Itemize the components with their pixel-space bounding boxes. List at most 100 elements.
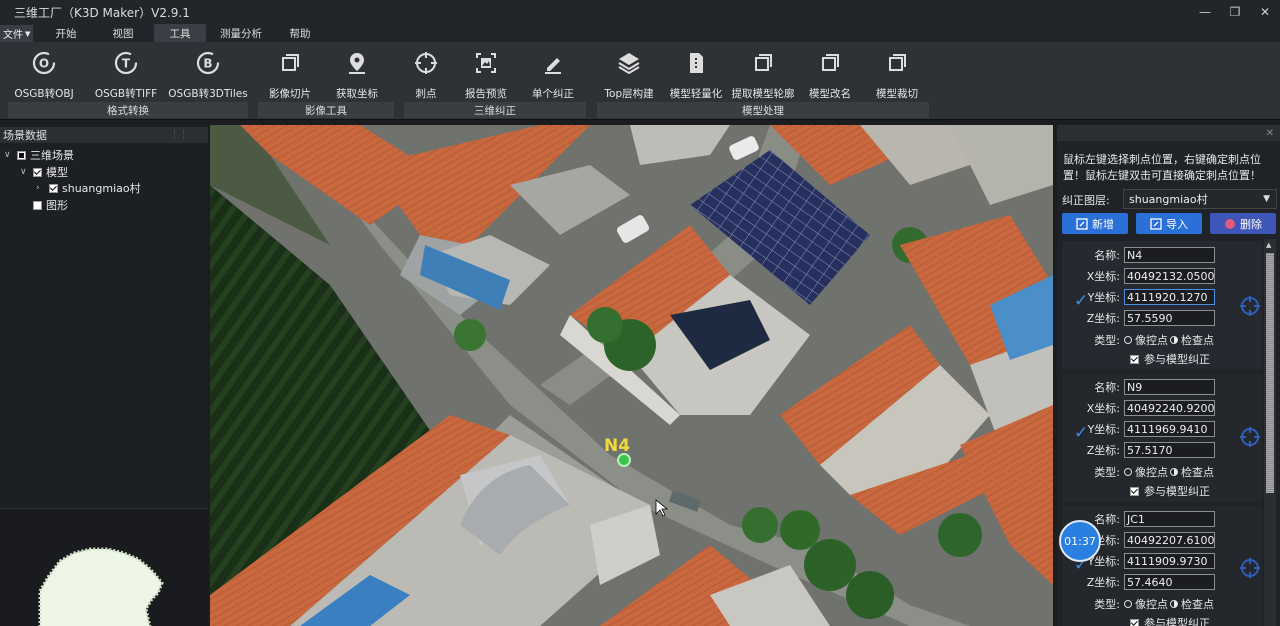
gcp-x-field[interactable]: 40492240.9200 (1124, 400, 1215, 416)
y-label: Y坐标: (1087, 423, 1120, 436)
gcp-x-field[interactable]: 40492207.6100 (1124, 532, 1215, 548)
minimize-button[interactable]: — (1190, 0, 1220, 24)
tree-item-village-label: shuangmiao村 (62, 182, 141, 195)
rename-model-label: 模型改名 (809, 88, 851, 100)
lightweight-button[interactable]: 模型轻量化 (668, 44, 724, 100)
svg-text:T: T (122, 57, 131, 71)
check-point-label: 检查点 (1181, 598, 1214, 611)
tab-view[interactable]: 视图 (97, 24, 149, 42)
type-label: 类型: (1094, 598, 1120, 611)
participate-checkbox[interactable] (1130, 354, 1139, 364)
gcp-card[interactable]: 名称: N4 X坐标: 40492132.0500 Y坐标: 4111920.1270… (1062, 241, 1262, 369)
prick-point-button[interactable]: 刺点 (398, 44, 454, 100)
gcp-z-field[interactable]: 57.4640 (1124, 574, 1215, 590)
contour-icon (755, 54, 772, 71)
top-layer-label: Top层构建 (604, 88, 654, 100)
locate-target-icon[interactable] (1239, 557, 1261, 579)
model-checkbox[interactable] (33, 167, 42, 177)
tab-start[interactable]: 开始 (40, 24, 92, 42)
chevron-down-icon: ▼ (25, 29, 31, 38)
gcp-y-field[interactable]: 4111909.9730 (1124, 553, 1215, 569)
tab-tools[interactable]: 工具 (154, 24, 206, 42)
lightweight-label: 模型轻量化 (669, 88, 723, 100)
file-menu-label: 文件 (3, 30, 23, 41)
get-coordinate-button[interactable]: 获取坐标 (329, 44, 385, 100)
scene-panel-title: 场景数据 (3, 129, 47, 142)
scroll-thumb[interactable] (1266, 253, 1274, 493)
tree-item-shape[interactable]: 图形 (33, 197, 68, 213)
gcp-name-field[interactable]: N4 (1124, 247, 1215, 263)
gcp-y-field[interactable]: 4111920.1270 (1124, 289, 1215, 305)
participate-checkbox[interactable] (1130, 486, 1139, 496)
gcp-card[interactable]: 名称: N9 X坐标: 40492240.9200 Y坐标: 4111969.9410… (1062, 374, 1262, 502)
control-point-radio[interactable] (1124, 600, 1132, 608)
participate-label: 参与模型纠正 (1144, 617, 1210, 626)
shape-checkbox[interactable] (33, 200, 42, 210)
restore-button[interactable]: ❐ (1220, 0, 1250, 24)
control-point-radio[interactable] (1124, 336, 1132, 344)
correction-layer-select[interactable]: shuangmiao村 ▼ (1123, 189, 1277, 209)
close-button[interactable]: ✕ (1250, 0, 1280, 24)
scroll-up-icon[interactable]: ▲ (1266, 241, 1271, 249)
gcp-panel-header: ✕ (1057, 125, 1280, 141)
single-correction-button[interactable]: 单个纠正 (525, 44, 581, 100)
gcp-z-field[interactable]: 57.5590 (1124, 310, 1215, 326)
gcp-hint-text: 鼠标左键选择刺点位置，右键确定刺点位置！鼠标左键双击可直接确定刺点位置！ (1063, 153, 1261, 182)
gcp-scrollbar[interactable]: ▲ (1264, 239, 1276, 626)
participate-checkbox[interactable] (1130, 618, 1139, 626)
top-layer-button[interactable]: Top层构建 (601, 44, 657, 100)
gcp-name-field[interactable]: JC1 (1124, 511, 1215, 527)
clip-model-button[interactable]: 模型裁切 (869, 44, 925, 100)
tree-item-model[interactable]: ∨ 模型 (20, 164, 68, 180)
rename-model-button[interactable]: 模型改名 (802, 44, 858, 100)
image-slice-icon (282, 54, 299, 71)
extract-contour-button[interactable]: 提取模型轮廓 (732, 44, 795, 100)
gcp-name-field[interactable]: N9 (1124, 379, 1215, 395)
check-point-radio[interactable] (1170, 336, 1178, 344)
tree-item-scene[interactable]: ∨ 三维场景 (4, 147, 74, 163)
single-correction-label: 单个纠正 (532, 88, 574, 100)
tab-measure[interactable]: 测量分析 (212, 24, 270, 42)
check-point-radio[interactable] (1170, 468, 1178, 476)
osgb-obj-button[interactable]: O OSGB转OBJ (14, 44, 74, 100)
tree-item-shape-label: 图形 (46, 199, 68, 212)
report-preview-icon (476, 53, 496, 73)
tree-item-village[interactable]: › shuangmiao村 (36, 180, 141, 196)
aerial-scene: N4 (210, 125, 1053, 626)
gcp-y-field[interactable]: 4111969.9410 (1124, 421, 1215, 437)
control-point-radio[interactable] (1124, 468, 1132, 476)
participate-label: 参与模型纠正 (1144, 485, 1210, 498)
delete-gcp-button[interactable]: 删除 (1210, 213, 1276, 234)
close-icon: ✕ (1259, 5, 1271, 19)
prick-point-label: 刺点 (415, 88, 437, 100)
osgb-tiff-button[interactable]: T OSGB转TIFF (94, 44, 158, 100)
osgb-3dtiles-button[interactable]: B OSGB转3DTiles (168, 44, 248, 100)
import-gcp-button[interactable]: 导入 (1136, 213, 1202, 234)
z-label: Z坐标: (1086, 576, 1120, 589)
recording-timer[interactable]: 01:37 (1059, 520, 1101, 562)
get-coordinate-label: 获取坐标 (336, 88, 378, 100)
collapse-arrow-icon[interactable]: ∨ (4, 150, 13, 160)
collapse-arrow-icon[interactable]: ∨ (20, 167, 29, 177)
scene-checkbox[interactable] (17, 150, 26, 160)
locate-target-icon[interactable] (1239, 426, 1261, 448)
overview-minimap[interactable] (0, 508, 208, 626)
selected-check-icon: ✓ (1074, 423, 1089, 443)
type-label: 类型: (1094, 334, 1120, 347)
menu-bar: 文件 ▼ 开始 视图 工具 测量分析 帮助 (0, 24, 1280, 42)
image-slice-button[interactable]: 影像切片 (262, 44, 318, 100)
osgb-tiff-label: OSGB转TIFF (94, 88, 158, 100)
file-menu-button[interactable]: 文件 ▼ (0, 25, 34, 42)
3d-viewport[interactable]: N4 (210, 125, 1053, 626)
locate-target-icon[interactable] (1239, 295, 1261, 317)
tab-help[interactable]: 帮助 (274, 24, 326, 42)
check-point-radio[interactable] (1170, 600, 1178, 608)
gcp-x-field[interactable]: 40492132.0500 (1124, 268, 1215, 284)
expand-arrow-icon[interactable]: › (36, 183, 45, 193)
report-preview-button[interactable]: 报告预览 (458, 44, 514, 100)
village-checkbox[interactable] (49, 183, 58, 193)
minimize-icon: — (1199, 5, 1211, 19)
add-gcp-button[interactable]: 新增 (1062, 213, 1128, 234)
close-icon[interactable]: ✕ (1266, 128, 1274, 139)
gcp-z-field[interactable]: 57.5170 (1124, 442, 1215, 458)
